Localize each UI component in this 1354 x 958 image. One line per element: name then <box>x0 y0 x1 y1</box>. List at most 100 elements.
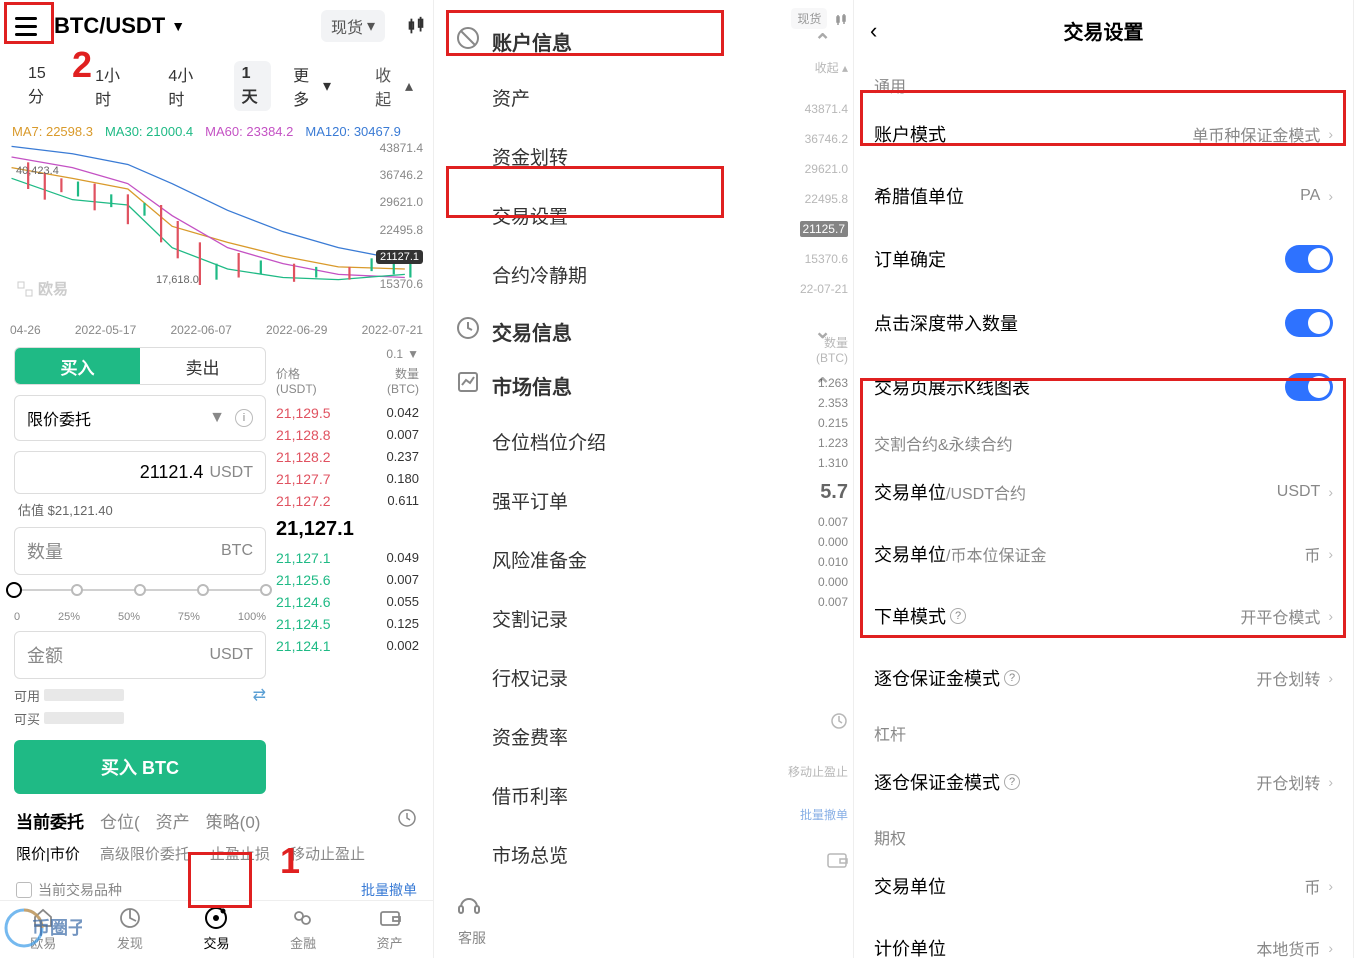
history-icon[interactable] <box>397 808 417 833</box>
settings-title: 交易设置 <box>1064 16 1144 45</box>
y-axis: 43871.4 36746.2 29621.0 22495.8 21127.1 … <box>376 141 423 291</box>
tf-4h[interactable]: 4小时 <box>160 58 211 114</box>
svg-text:币圈子: 币圈子 <box>32 918 82 938</box>
row-order-confirm: 订单确定 <box>854 227 1353 291</box>
chart-low-label: 17,618.0 <box>156 274 199 286</box>
orderbook-ask-row[interactable]: 21,127.20.611 <box>276 490 419 512</box>
order-type-select[interactable]: 限价委托 ▼ i <box>14 395 266 441</box>
order-filter-tabs: 限价|市价 高级限价委托 止盈止损 移动止盈止 <box>0 833 433 874</box>
row-option-trade-unit[interactable]: 交易单位 币› <box>854 855 1353 917</box>
row-depth-qty: 点击深度带入数量 <box>854 291 1353 355</box>
orderbook-bid-row[interactable]: 21,125.60.007 <box>276 569 419 591</box>
order-panel: 买入 卖出 限价委托 ▼ i 21121.4 USDT 估值 $21,121.4… <box>0 339 433 794</box>
clock-icon <box>456 316 480 346</box>
position-tabs: 当前委托 仓位( 资产 策略(0) <box>0 794 433 833</box>
side-menu-screen: 账户信息 ⌃ 资产 资金划转 交易设置 合约冷静期 交易信息 ⌄ 市场信息 ⌃ … <box>434 0 854 958</box>
mid-price: 21,127.1 <box>276 512 419 547</box>
buy-tab[interactable]: 买入 <box>15 348 140 384</box>
annotation-1: 1 <box>280 840 300 882</box>
nav-trade[interactable]: 交易 <box>186 905 246 952</box>
sell-tab[interactable]: 卖出 <box>140 348 265 384</box>
x-axis: 04-262022-05-172022-06-072022-06-292022-… <box>0 321 433 339</box>
info-icon[interactable]: i <box>235 409 253 427</box>
row-isolated-margin[interactable]: 逐仓保证金模式 ? 开仓划转› <box>854 647 1353 709</box>
tf-1d[interactable]: 1天 <box>234 61 271 111</box>
tf-more[interactable]: 更多▾ <box>293 62 331 110</box>
settings-header: ‹ 交易设置 <box>854 0 1353 61</box>
subtab-adv-limit[interactable]: 高级限价委托 <box>100 843 190 864</box>
ma7: MA7: 22598.3 <box>12 124 93 139</box>
orderbook-bid-row[interactable]: 21,124.10.002 <box>276 635 419 657</box>
slider-labels: 025%50%75%100% <box>14 611 266 623</box>
caret-down-icon: ▼ <box>171 18 185 34</box>
row-trade-unit-usdt[interactable]: 交易单位 /USDT合约 USDT› <box>854 461 1353 523</box>
tf-15m[interactable]: 15分 <box>20 61 65 111</box>
candlestick-icon[interactable] <box>405 15 427 37</box>
question-icon[interactable]: ? <box>950 608 966 624</box>
chart-collapse[interactable]: 收起▴ <box>375 62 413 110</box>
submit-buy-button[interactable]: 买入 BTC <box>14 740 266 794</box>
section-general: 通用 <box>854 61 1353 103</box>
toggle-depth-qty[interactable] <box>1285 309 1333 337</box>
nav-discover[interactable]: 发现 <box>100 905 160 952</box>
nav-finance[interactable]: 金融 <box>273 905 333 952</box>
ma-indicators: MA7: 22598.3 MA30: 21000.4 MA60: 23384.2… <box>0 122 433 141</box>
back-icon[interactable]: ‹ <box>870 18 877 44</box>
question-icon[interactable]: ? <box>1004 774 1020 790</box>
swap-icon[interactable]: ⇄ <box>253 685 266 705</box>
price-bubble: 21127.1 <box>376 250 423 264</box>
orderbook: 0.1 ▼ 价格(USDT) 数量(BTC) 21,129.50.04221,1… <box>276 347 419 794</box>
customer-service[interactable]: 客服 <box>456 893 486 948</box>
row-trade-unit-coin[interactable]: 交易单位 /币本位保证金 币› <box>854 523 1353 585</box>
orderbook-ask-row[interactable]: 21,129.50.042 <box>276 402 419 424</box>
candlestick-chart[interactable]: 40,423.4 17,618.0 欧易 43871.4 <box>6 141 427 321</box>
subtab-tp-sl[interactable]: 止盈止损 <box>210 843 270 864</box>
ma30: MA30: 21000.4 <box>105 124 193 139</box>
row-lever-isolated[interactable]: 逐仓保证金模式 ? 开仓划转› <box>854 751 1353 813</box>
ma60: MA60: 23384.2 <box>205 124 293 139</box>
tab-current-orders[interactable]: 当前委托 <box>16 808 84 833</box>
ob-step-select[interactable]: 0.1 ▼ <box>386 347 419 361</box>
tab-strategy[interactable]: 策略(0) <box>206 808 261 833</box>
price-input[interactable]: 21121.4 USDT <box>14 451 266 494</box>
trading-pair-selector[interactable]: BTC/USDT ▼ <box>54 13 185 39</box>
qty-slider[interactable] <box>14 581 266 601</box>
hamburger-menu-icon[interactable] <box>6 6 46 46</box>
amount-input[interactable]: 金额 USDT <box>14 631 266 679</box>
section-lever: 杠杆 <box>854 709 1353 751</box>
question-icon[interactable]: ? <box>1004 670 1020 686</box>
orderbook-ask-row[interactable]: 21,128.20.237 <box>276 446 419 468</box>
buyable-row: 可买 <box>14 709 266 728</box>
tf-1h[interactable]: 1小时 <box>87 58 138 114</box>
row-order-mode[interactable]: 下单模式 ? 开平仓模式› <box>854 585 1353 647</box>
subtab-trailing[interactable]: 移动止盈止 <box>290 843 365 864</box>
toggle-order-confirm[interactable] <box>1285 245 1333 273</box>
row-show-kline: 交易页展示K线图表 <box>854 355 1353 419</box>
subtab-limit-market[interactable]: 限价|市价 <box>16 843 80 864</box>
timeframe-tabs: 15分 1小时 4小时 1天 更多▾ 收起▴ <box>0 52 433 122</box>
nav-assets[interactable]: 资产 <box>360 905 420 952</box>
current-pair-checkbox[interactable] <box>16 882 32 898</box>
site-watermark-logo: 币圈子 <box>2 900 82 950</box>
tab-assets[interactable]: 资产 <box>156 808 190 833</box>
clock-icon <box>456 26 480 56</box>
market-type-pill[interactable]: 现货 ▾ <box>321 10 385 42</box>
orderbook-ask-row[interactable]: 21,128.80.007 <box>276 424 419 446</box>
chevron-down-icon: ▾ <box>367 16 375 36</box>
row-account-mode[interactable]: 账户模式 单币种保证金模式› <box>854 103 1353 165</box>
batch-cancel-link[interactable]: 批量撤单 <box>361 880 417 900</box>
estimate-label: 估值 $21,121.40 <box>14 500 266 519</box>
orderbook-bid-row[interactable]: 21,127.10.049 <box>276 547 419 569</box>
pair-text: BTC/USDT <box>54 13 165 39</box>
orderbook-bid-row[interactable]: 21,124.60.055 <box>276 591 419 613</box>
qty-input[interactable]: 数量 BTC <box>14 527 266 575</box>
orderbook-bid-row[interactable]: 21,124.50.125 <box>276 613 419 635</box>
orderbook-ask-row[interactable]: 21,127.70.180 <box>276 468 419 490</box>
available-row: 可用 ⇄ <box>14 685 266 705</box>
buy-sell-toggle: 买入 卖出 <box>14 347 266 385</box>
tab-positions[interactable]: 仓位( <box>100 808 140 833</box>
toggle-show-kline[interactable] <box>1285 373 1333 401</box>
header: BTC/USDT ▼ 现货 ▾ <box>0 0 433 52</box>
row-greek-unit[interactable]: 希腊值单位 PA› <box>854 165 1353 227</box>
row-option-quote-unit[interactable]: 计价单位 本地货币› <box>854 917 1353 958</box>
